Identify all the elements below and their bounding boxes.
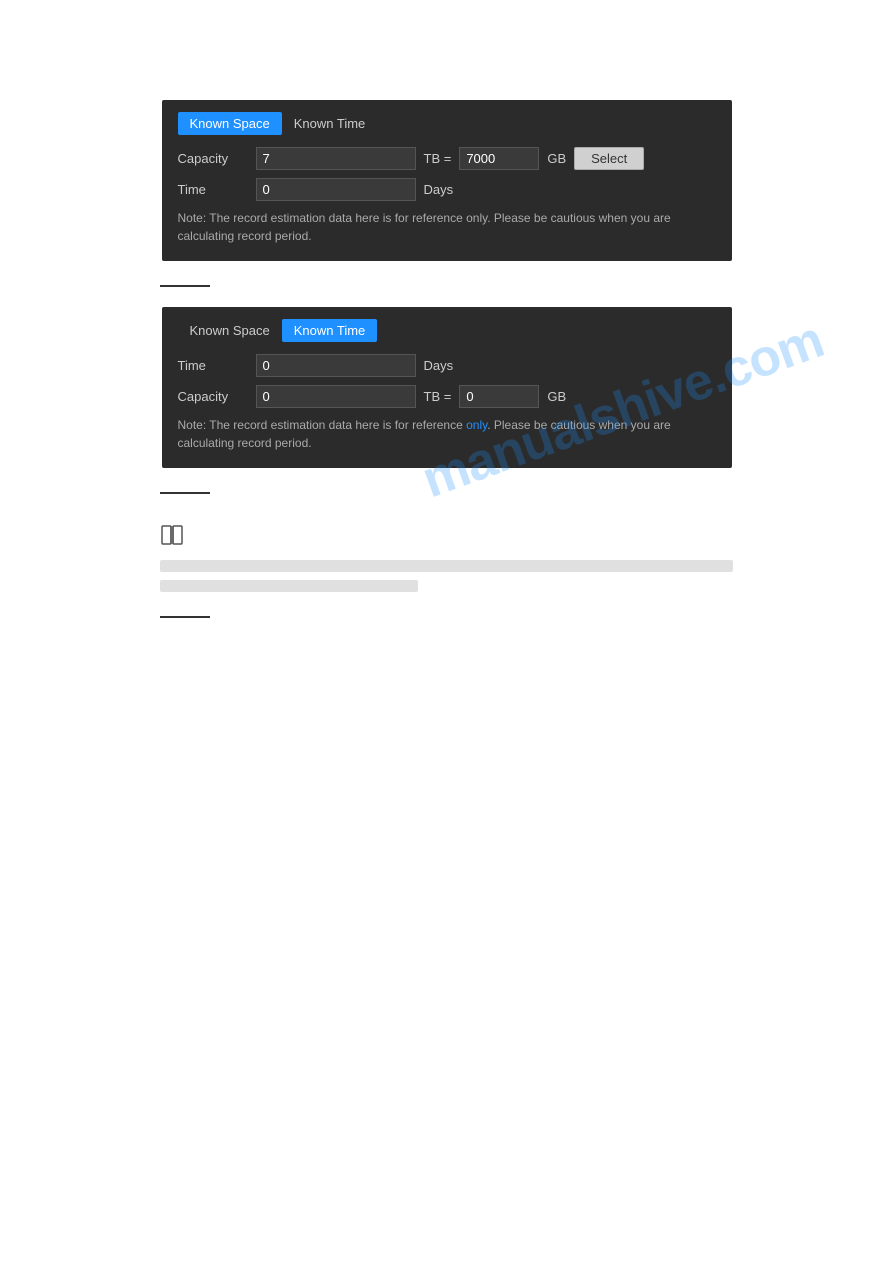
capacity-row-2: Capacity TB = GB <box>178 385 716 408</box>
tab-bar-2: Known Space Known Time <box>178 319 716 342</box>
capacity-tb-input-2[interactable] <box>256 385 416 408</box>
select-button-1[interactable]: Select <box>574 147 644 170</box>
time-row-1: Time Days <box>178 178 716 201</box>
note-part1-2: Note: The record estimation data here is… <box>178 418 467 432</box>
time-label-1: Time <box>178 182 248 197</box>
capacity-gb-input-1[interactable] <box>459 147 539 170</box>
tab-known-space-2[interactable]: Known Space <box>178 319 282 342</box>
time-input-2[interactable] <box>256 354 416 377</box>
capacity-label-1: Capacity <box>178 151 248 166</box>
note-1: Note: The record estimation data here is… <box>178 209 716 245</box>
gb-unit-2: GB <box>547 389 566 404</box>
panel-1: Known Space Known Time Capacity TB = GB … <box>162 100 732 261</box>
tab-known-time-1[interactable]: Known Time <box>282 112 378 135</box>
gb-unit-1: GB <box>547 151 566 166</box>
gray-bar-full <box>160 560 733 572</box>
time-label-2: Time <box>178 358 248 373</box>
tb-eq-1: TB = <box>424 151 452 166</box>
capacity-gb-input-2[interactable] <box>459 385 539 408</box>
tab-known-time-2[interactable]: Known Time <box>282 319 378 342</box>
capacity-row-1: Capacity TB = GB Select <box>178 147 716 170</box>
note-2: Note: The record estimation data here is… <box>178 416 716 452</box>
book-icon <box>160 524 733 552</box>
divider-2 <box>160 492 210 494</box>
days-unit-2: Days <box>424 358 454 373</box>
days-unit-1: Days <box>424 182 454 197</box>
divider-3 <box>160 616 210 618</box>
time-input-1[interactable] <box>256 178 416 201</box>
time-row-2: Time Days <box>178 354 716 377</box>
gray-bar-half <box>160 580 418 592</box>
note-section <box>160 524 733 592</box>
divider-1 <box>160 285 210 287</box>
tab-bar-1: Known Space Known Time <box>178 112 716 135</box>
note-highlight-2: only <box>466 418 487 432</box>
capacity-input-1[interactable] <box>256 147 416 170</box>
capacity-label-2: Capacity <box>178 389 248 404</box>
panel-2: Known Space Known Time Time Days Capacit… <box>162 307 732 468</box>
tab-known-space-1[interactable]: Known Space <box>178 112 282 135</box>
tb-eq-2: TB = <box>424 389 452 404</box>
